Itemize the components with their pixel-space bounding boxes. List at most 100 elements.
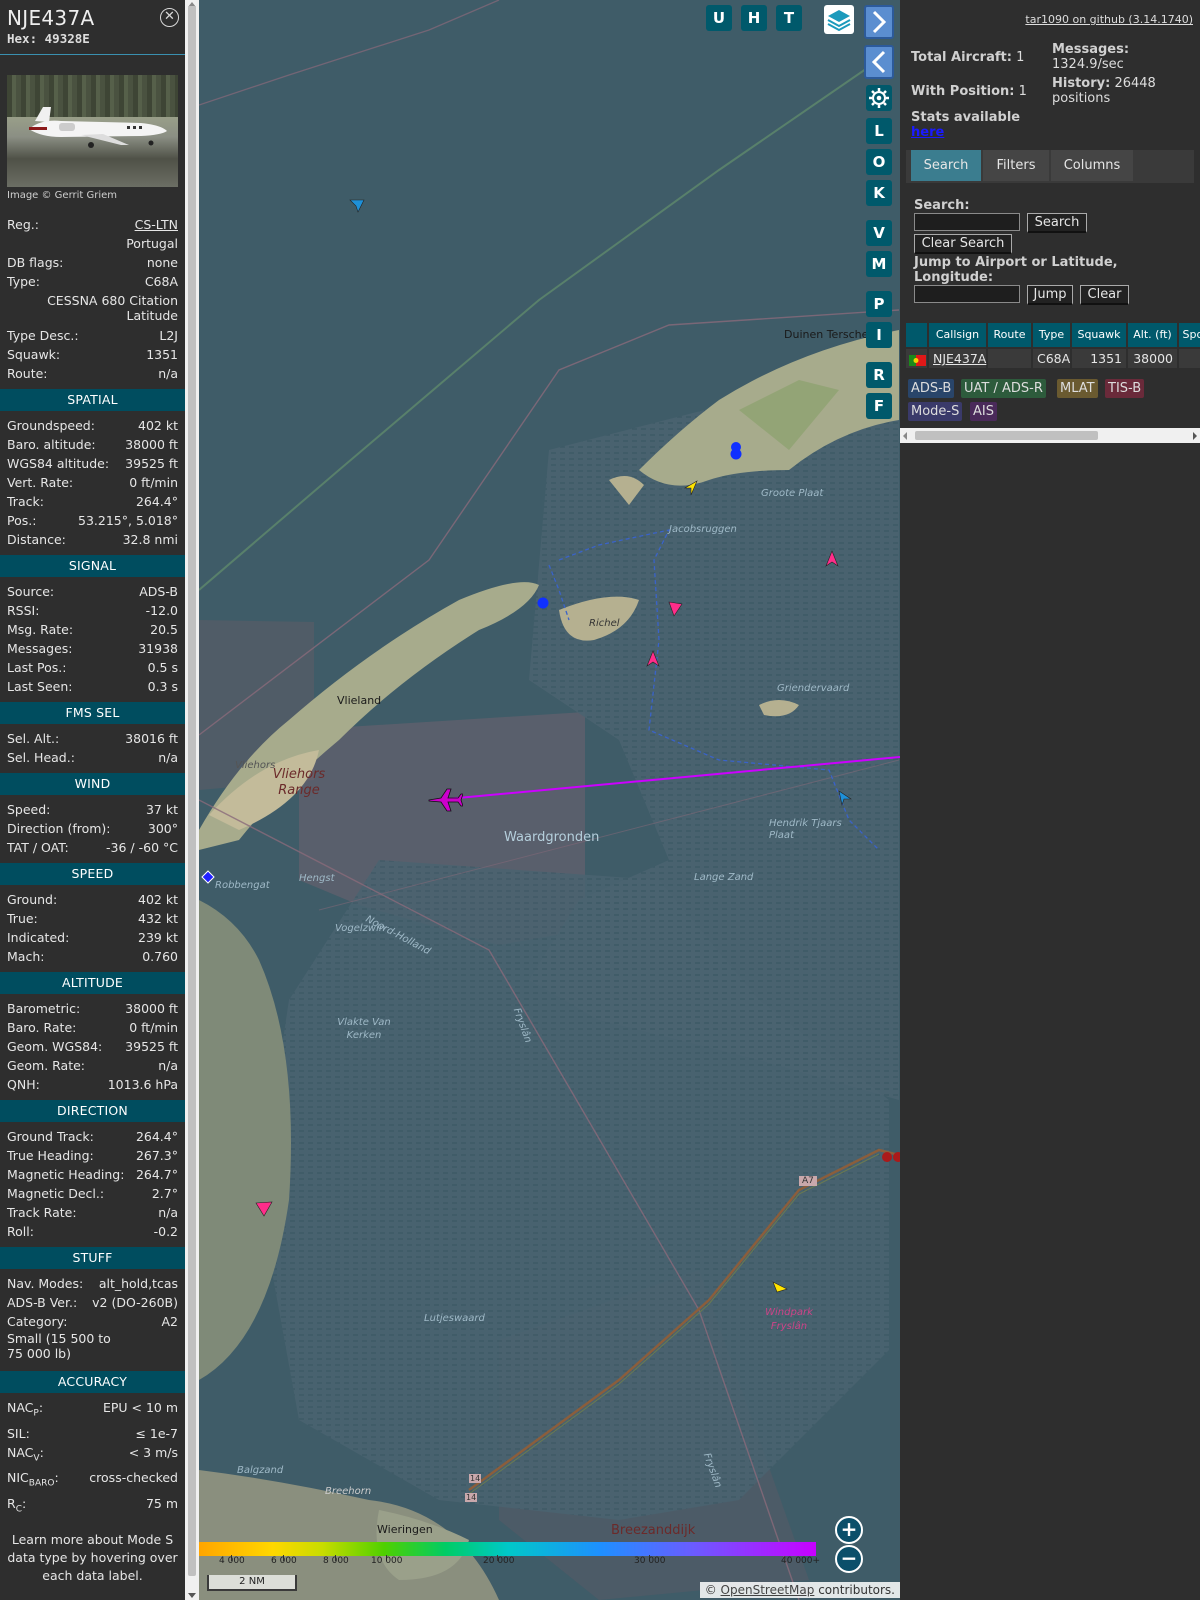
registration-link[interactable]: CS-LTN: [135, 215, 178, 234]
jump-button[interactable]: Jump: [1027, 285, 1073, 305]
selected-callsign: NJE437A: [7, 6, 95, 30]
map-label-griend: Griendervaard: [777, 683, 850, 694]
spatial-label: Track:: [7, 494, 44, 509]
col-callsign[interactable]: Callsign: [929, 323, 988, 347]
wind-value: 300°: [147, 821, 178, 836]
scroll-down-icon[interactable]: [188, 1593, 196, 1598]
search-input[interactable]: [914, 213, 1020, 231]
selected-aircraft-icon[interactable]: [427, 787, 463, 813]
map-button-m[interactable]: M: [866, 251, 892, 277]
stats-link[interactable]: here: [911, 125, 944, 140]
table-row-callsign[interactable]: NJE437A: [929, 349, 988, 368]
section-signal: SIGNAL: [0, 555, 185, 577]
jump-input[interactable]: [914, 285, 1020, 303]
map-label-vliehors-range: Vliehors Range: [272, 767, 326, 798]
tab-search[interactable]: Search: [911, 150, 981, 181]
map-button-o[interactable]: O: [866, 149, 892, 175]
osm-link[interactable]: OpenStreetMap: [721, 1583, 815, 1597]
wind-row: TAT / OAT: -36 / -60 °C: [0, 838, 185, 857]
chevron-left-icon[interactable]: [864, 45, 894, 79]
aircraft-marker-pink-4[interactable]: [255, 1200, 273, 1218]
github-link[interactable]: tar1090 on github (3.14.1740): [1025, 13, 1193, 26]
col-altitude[interactable]: Alt. (ft): [1128, 323, 1179, 347]
fms-row: Sel. Alt.: 38016 ft: [0, 729, 185, 748]
col-squawk[interactable]: Squawk: [1072, 323, 1128, 347]
vessel-marker-1[interactable]: [536, 596, 550, 610]
alt-label-10000: 10 000: [371, 1556, 403, 1566]
direction-row: Track Rate: n/a: [0, 1203, 185, 1222]
aircraft-marker-blue-1[interactable]: [349, 198, 365, 214]
clear-button[interactable]: Clear: [1080, 285, 1129, 305]
nacp-value: EPU < 10 m: [102, 1400, 178, 1415]
info-scrollbar[interactable]: [185, 0, 199, 1600]
clear-search-button[interactable]: Clear Search: [914, 234, 1012, 254]
map-button-p[interactable]: P: [866, 291, 892, 317]
chevron-right-icon[interactable]: [864, 5, 894, 39]
table-horizontal-scrollbar[interactable]: [900, 428, 1200, 443]
map-button-h[interactable]: H: [741, 5, 767, 31]
tab-filters[interactable]: Filters: [983, 150, 1049, 181]
map-label-langezand: Lange Zand: [694, 872, 754, 883]
portugal-flag-icon: [909, 355, 926, 366]
map-button-l[interactable]: L: [866, 118, 892, 144]
vessel-marker-3[interactable]: [879, 1150, 900, 1164]
col-route[interactable]: Route: [988, 323, 1033, 347]
map-view[interactable]: Duinen Terschelling Groote Plaat Jacobsr…: [199, 0, 900, 1600]
aircraft-marker-pink-2[interactable]: [667, 600, 683, 618]
spatial-value: 38000 ft: [125, 437, 178, 452]
table-row-route[interactable]: [988, 349, 1033, 368]
map-scale: 2 NM: [207, 1575, 297, 1591]
speed-row: True: 432 kt: [0, 909, 185, 928]
direction-label: True Heading:: [7, 1148, 94, 1163]
direction-list: Ground Track: 264.4° True Heading: 267.3° Ma…: [0, 1127, 185, 1241]
scroll-right-icon[interactable]: [1193, 432, 1197, 440]
table-row-speed[interactable]: [1179, 349, 1200, 368]
scroll-left-icon[interactable]: [903, 432, 907, 440]
direction-label: Track Rate:: [7, 1205, 77, 1220]
spatial-label: Distance:: [7, 532, 66, 547]
layers-icon[interactable]: [824, 5, 854, 34]
altitude-color-legend: [199, 1542, 816, 1556]
close-icon[interactable]: ✕: [160, 8, 179, 27]
table-row-altitude[interactable]: 38000: [1128, 349, 1179, 368]
legend-tisb: TIS-B: [1105, 379, 1145, 398]
vessel-marker-2[interactable]: [729, 440, 743, 464]
hscroll-thumb[interactable]: [915, 431, 1098, 440]
stuff-value: A2: [161, 1314, 178, 1329]
search-button[interactable]: Search: [1027, 213, 1087, 233]
zoom-out-icon[interactable]: −: [835, 1545, 863, 1573]
col-type[interactable]: Type: [1033, 323, 1072, 347]
aircraft-marker-pink-3[interactable]: [645, 650, 661, 668]
aircraft-marker-blue-diamond[interactable]: [201, 870, 215, 884]
settings-gear-icon[interactable]: [866, 85, 892, 111]
fms-value: 38016 ft: [125, 731, 178, 746]
map-label-groote-plaat: Groote Plaat: [761, 488, 824, 499]
signal-value: 31938: [138, 641, 178, 656]
signal-label: Last Pos.:: [7, 660, 67, 675]
map-button-r[interactable]: R: [866, 362, 892, 388]
info-scrollbar-thumb[interactable]: [188, 6, 196, 1576]
legend-mlat: MLAT: [1057, 379, 1098, 398]
tab-columns[interactable]: Columns: [1051, 150, 1133, 181]
signal-label: Msg. Rate:: [7, 622, 74, 637]
table-row-type[interactable]: C68A: [1033, 349, 1072, 368]
map-button-u[interactable]: U: [706, 5, 732, 31]
table-row-squawk[interactable]: 1351: [1072, 349, 1128, 368]
map-button-t[interactable]: T: [776, 5, 802, 31]
aircraft-marker-yellow-1[interactable]: [683, 480, 699, 496]
zoom-in-icon[interactable]: +: [835, 1516, 863, 1544]
spatial-row: Vert. Rate: 0 ft/min: [0, 473, 185, 492]
col-speed[interactable]: Spd: [1179, 323, 1200, 347]
stuff-value: alt_hold,tcas: [98, 1276, 178, 1291]
aircraft-marker-pink-1[interactable]: [824, 550, 840, 568]
map-button-f[interactable]: F: [866, 393, 892, 419]
aircraft-photo[interactable]: [7, 75, 178, 187]
map-button-v[interactable]: V: [866, 220, 892, 246]
table-row-flag[interactable]: [906, 349, 929, 368]
map-button-i[interactable]: I: [866, 322, 892, 348]
section-accuracy: ACCURACY: [0, 1371, 185, 1393]
aircraft-marker-yellow-2[interactable]: [772, 1280, 788, 1296]
aircraft-marker-blue-2[interactable]: [836, 790, 852, 806]
map-button-k[interactable]: K: [866, 180, 892, 206]
info-header: NJE437A Hex: 49328E ✕: [0, 0, 185, 55]
